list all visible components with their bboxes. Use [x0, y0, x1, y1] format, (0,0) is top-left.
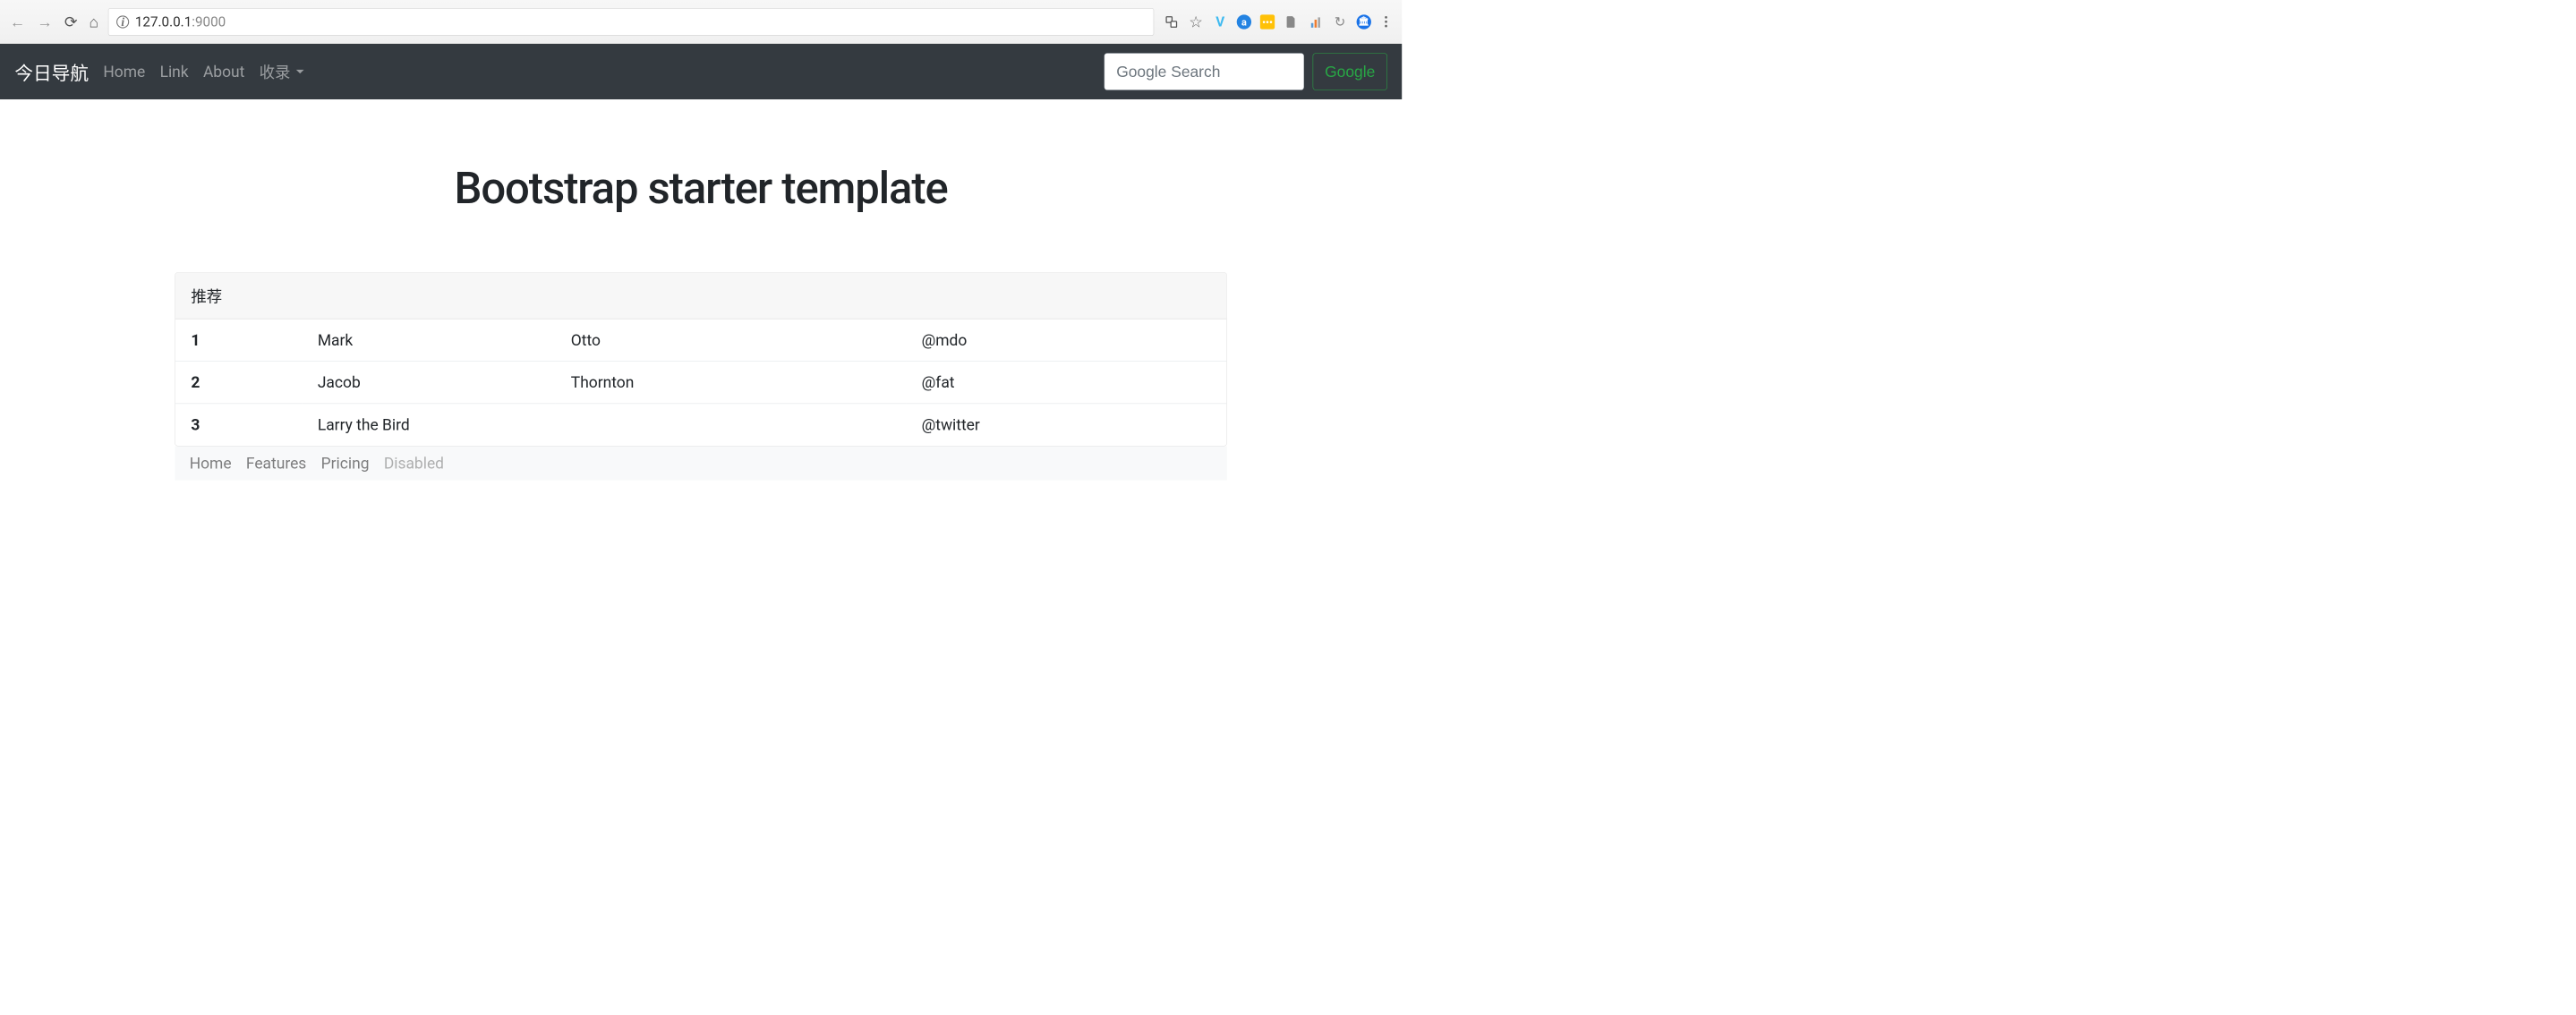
row-handle: @mdo — [906, 319, 1226, 361]
home-button[interactable]: ⌂ — [89, 14, 98, 30]
nav-link-about[interactable]: About — [203, 60, 244, 82]
card-header: 推荐 — [175, 273, 1226, 320]
back-button[interactable]: ← — [10, 14, 25, 30]
nav-link-home[interactable]: Home — [103, 60, 145, 82]
extension-yellow-icon[interactable]: ••• — [1260, 14, 1275, 29]
search-button[interactable]: Google — [1313, 53, 1387, 90]
row-first: Mark — [302, 319, 555, 361]
site-info-icon[interactable]: i — [116, 15, 129, 28]
reload-button[interactable]: ⟳ — [64, 14, 78, 30]
recommend-card: 推荐 1 Mark Otto @mdo 2 Jacob Thornton @fa… — [175, 272, 1226, 446]
chevron-down-icon — [296, 70, 304, 73]
footer-link-pricing[interactable]: Pricing — [321, 454, 370, 473]
row-first: Jacob — [302, 362, 555, 404]
browser-extension-icons: ☆ V a ••• ↻ 🏛 — [1164, 14, 1392, 30]
extension-bank-icon[interactable]: 🏛 — [1357, 14, 1371, 29]
extension-refresh-icon[interactable]: ↻ — [1332, 14, 1347, 30]
row-last: Thornton — [555, 362, 906, 404]
browser-menu-button[interactable] — [1380, 16, 1387, 28]
url-text: 127.0.0.1:9000 — [135, 13, 226, 30]
nav-link-link[interactable]: Link — [160, 60, 189, 82]
navbar-nav: Home Link About 收录 — [103, 60, 1104, 82]
data-table: 1 Mark Otto @mdo 2 Jacob Thornton @fat 3… — [175, 319, 1226, 445]
nav-link-label: 收录 — [260, 60, 291, 82]
footer-nav: Home Features Pricing Disabled — [175, 446, 1226, 480]
search-input[interactable] — [1105, 53, 1304, 90]
page-title: Bootstrap starter template — [175, 163, 1226, 214]
nav-link-label: Link — [160, 63, 189, 81]
translate-icon[interactable] — [1164, 14, 1179, 30]
app-navbar: 今日导航 Home Link About 收录 Google — [0, 44, 1402, 99]
row-id: 2 — [175, 362, 302, 404]
navbar-right: Google — [1105, 53, 1387, 90]
extension-a-icon[interactable]: a — [1237, 14, 1251, 29]
row-last: Otto — [555, 319, 906, 361]
url-host: 127.0.0.1 — [135, 13, 192, 30]
table-row: 1 Mark Otto @mdo — [175, 319, 1226, 361]
url-port: :9000 — [192, 13, 226, 30]
table-row: 3 Larry the Bird @twitter — [175, 404, 1226, 446]
main-container: Bootstrap starter template 推荐 1 Mark Ott… — [160, 163, 1241, 481]
nav-link-label: About — [203, 63, 244, 81]
row-first: Larry the Bird — [302, 404, 906, 446]
row-handle: @twitter — [906, 404, 1226, 446]
forward-button[interactable]: → — [37, 14, 52, 30]
row-handle: @fat — [906, 362, 1226, 404]
browser-toolbar: ← → ⟳ ⌂ i 127.0.0.1:9000 ☆ V a ••• ↻ 🏛 — [0, 0, 1402, 44]
bookmark-star-icon[interactable]: ☆ — [1188, 14, 1203, 30]
extension-evernote-icon[interactable] — [1284, 14, 1299, 30]
row-id: 3 — [175, 404, 302, 446]
nav-link-dropdown[interactable]: 收录 — [260, 60, 304, 82]
table-row: 2 Jacob Thornton @fat — [175, 362, 1226, 404]
navbar-brand[interactable]: 今日导航 — [14, 58, 89, 85]
footer-link-disabled: Disabled — [384, 454, 444, 473]
extension-v-icon[interactable]: V — [1213, 14, 1228, 30]
address-bar[interactable]: i 127.0.0.1:9000 — [108, 8, 1154, 35]
nav-link-label: Home — [103, 63, 145, 81]
extension-bars-icon[interactable] — [1308, 14, 1323, 30]
browser-nav-buttons: ← → ⟳ ⌂ — [10, 14, 98, 30]
row-id: 1 — [175, 319, 302, 361]
footer-link-features[interactable]: Features — [246, 454, 306, 473]
footer-link-home[interactable]: Home — [190, 454, 232, 473]
